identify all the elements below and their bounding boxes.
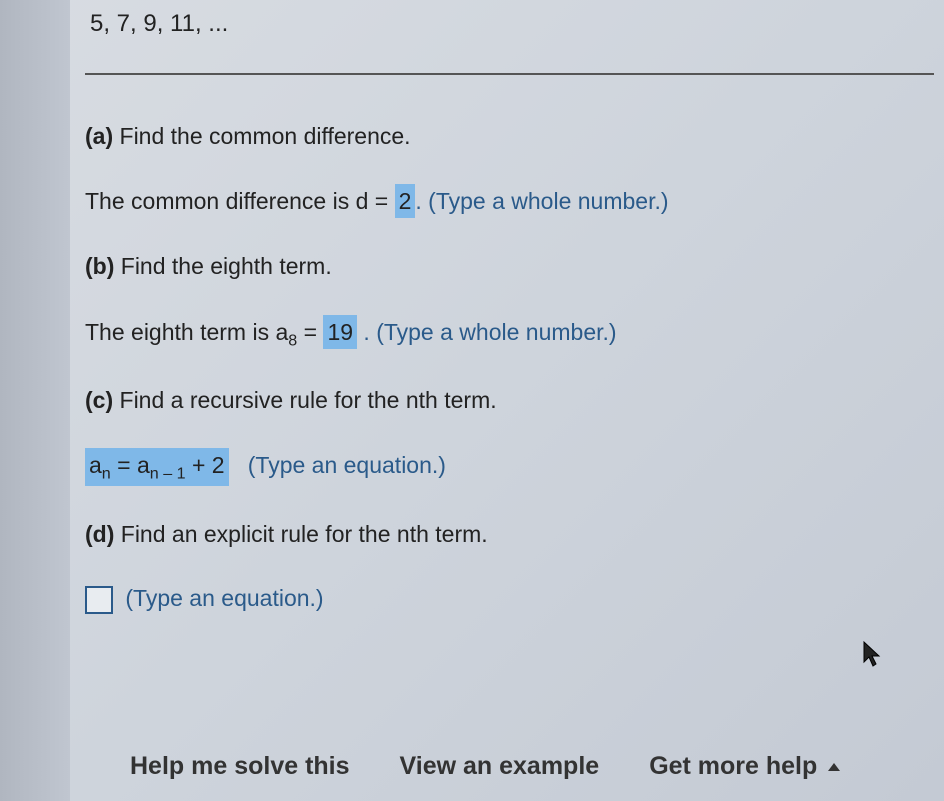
part-d-text: Find an explicit rule for the nth term.: [121, 521, 488, 547]
part-d-prompt: (d) Find an explicit rule for the nth te…: [85, 518, 944, 550]
part-d-answer: (Type an equation.): [85, 582, 944, 614]
part-d-input[interactable]: [85, 586, 113, 614]
help-solve-button[interactable]: Help me solve this: [130, 752, 350, 781]
part-c-prompt: (c) Find a recursive rule for the nth te…: [85, 384, 944, 416]
cursor-icon: [862, 640, 884, 675]
part-b-prefix-2: =: [297, 319, 323, 345]
part-b-sub: 8: [288, 331, 297, 349]
left-margin: [0, 0, 70, 801]
part-a-value[interactable]: 2: [395, 184, 416, 218]
part-a-prefix: The common difference is d =: [85, 188, 395, 214]
sequence-text: 5, 7, 9, 11, ...: [85, 10, 944, 38]
get-more-help-button[interactable]: Get more help: [649, 752, 840, 781]
part-b-answer: The eighth term is a8 = 19 . (Type a who…: [85, 315, 944, 352]
part-b-label: (b): [85, 253, 114, 279]
part-a-text: Find the common difference.: [120, 123, 411, 149]
part-b-value[interactable]: 19: [323, 315, 357, 349]
part-c-hint: (Type an equation.): [235, 452, 446, 478]
part-d-label: (d): [85, 521, 114, 547]
part-c-answer: an = an – 1 + 2 (Type an equation.): [85, 448, 944, 486]
part-a-label: (a): [85, 123, 113, 149]
view-example-button[interactable]: View an example: [400, 752, 600, 781]
bottom-toolbar: Help me solve this View an example Get m…: [70, 731, 944, 801]
divider: [85, 73, 934, 75]
chevron-up-icon: [828, 763, 840, 771]
part-b-prefix-1: The eighth term is a: [85, 319, 288, 345]
part-a-answer: The common difference is d = 2. (Type a …: [85, 184, 944, 218]
part-c-value[interactable]: an = an – 1 + 2: [85, 448, 229, 486]
part-b-text: Find the eighth term.: [121, 253, 332, 279]
part-b-prompt: (b) Find the eighth term.: [85, 250, 944, 282]
part-a-prompt: (a) Find the common difference.: [85, 120, 944, 152]
problem-content: 5, 7, 9, 11, ... (a) Find the common dif…: [85, 0, 944, 646]
part-a-hint: . (Type a whole number.): [415, 188, 668, 214]
part-b-hint: . (Type a whole number.): [357, 319, 617, 345]
part-c-label: (c): [85, 387, 113, 413]
part-c-text: Find a recursive rule for the nth term.: [120, 387, 497, 413]
part-d-hint: (Type an equation.): [125, 585, 323, 611]
